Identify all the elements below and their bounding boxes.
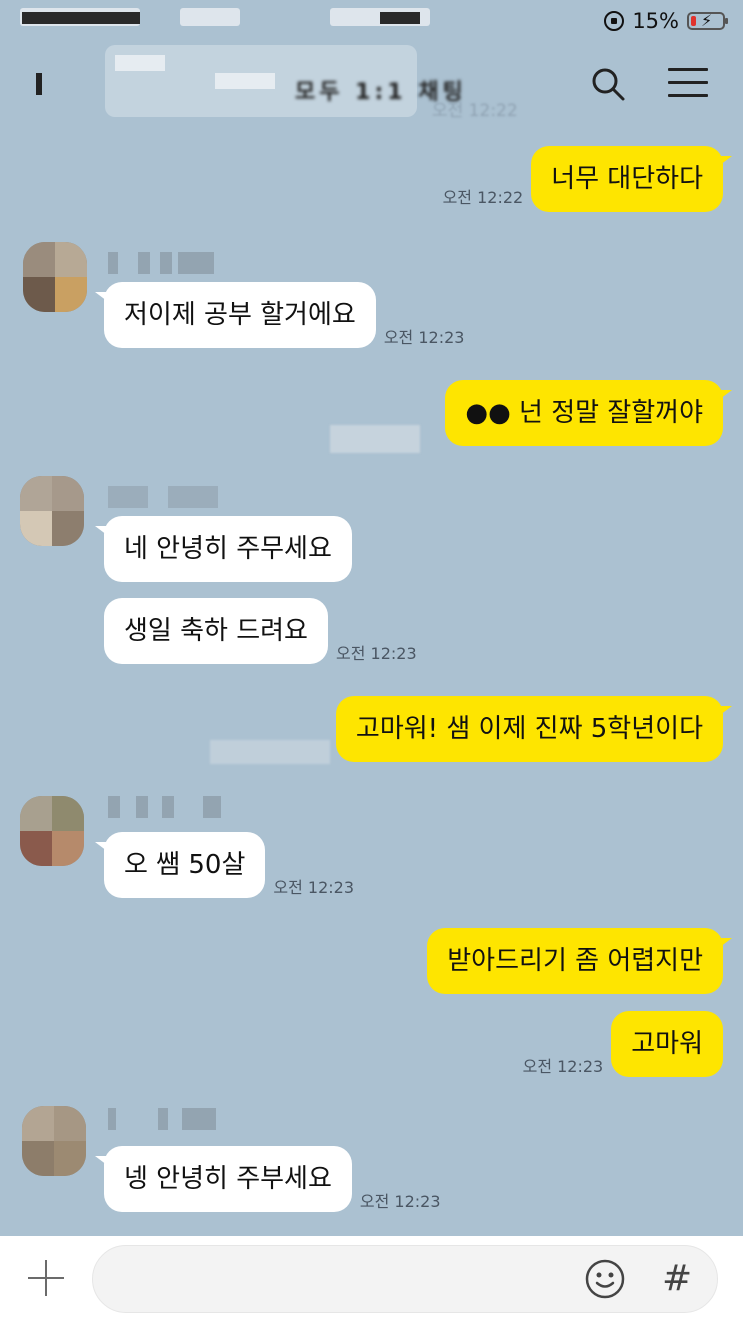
message-bubble[interactable]: 너무 대단하다 bbox=[531, 146, 732, 212]
avatar[interactable] bbox=[20, 796, 84, 866]
search-icon[interactable] bbox=[590, 66, 626, 102]
message-bubble[interactable]: 오 쌤 50살 bbox=[94, 832, 266, 898]
avatar[interactable] bbox=[22, 1106, 86, 1176]
message-bubble[interactable]: 고마워! 샘 이제 진짜 5학년이다 bbox=[335, 696, 733, 762]
message-row: 고마워! 샘 이제 진짜 5학년이다 bbox=[335, 696, 733, 762]
status-bar: 15% ⚡ bbox=[0, 0, 743, 40]
message-row: 오전 12:22 너무 대단하다 bbox=[442, 146, 732, 212]
hash-icon[interactable]: # bbox=[662, 1258, 692, 1300]
header-ghost-time: 오전 12:22 bbox=[432, 101, 518, 121]
message-row: 오 쌤 50살 오전 12:23 bbox=[94, 832, 355, 898]
message-time: 오전 12:23 bbox=[273, 878, 355, 897]
menu-icon[interactable] bbox=[668, 68, 708, 98]
message-bubble[interactable]: ●● 넌 정말 잘할꺼야 bbox=[445, 380, 732, 446]
back-button[interactable] bbox=[36, 73, 42, 95]
message-row: 받아드리기 좀 어렵지만 bbox=[427, 928, 732, 994]
battery-icon: ⚡ bbox=[687, 12, 728, 30]
message-row: 오전 12:23 고마워 bbox=[523, 1011, 723, 1077]
message-row: 네 안녕히 주무세요 bbox=[95, 516, 352, 582]
message-time: 오전 12:23 bbox=[383, 328, 465, 347]
status-indicators: 15% ⚡ bbox=[604, 6, 728, 36]
status-blur bbox=[180, 8, 240, 26]
message-bubble[interactable]: 넹 안녕히 주부세요 bbox=[95, 1146, 352, 1212]
message-time: 오전 12:22 bbox=[442, 188, 524, 207]
message-bubble[interactable]: 네 안녕히 주무세요 bbox=[95, 516, 352, 582]
avatar[interactable] bbox=[23, 242, 87, 312]
emoji-icon[interactable] bbox=[584, 1258, 626, 1300]
avatar[interactable] bbox=[20, 476, 84, 546]
message-bubble[interactable]: 저이제 공부 할거에요 bbox=[95, 282, 376, 348]
rotation-lock-icon bbox=[604, 11, 625, 31]
message-row: ●● 넌 정말 잘할꺼야 bbox=[445, 380, 732, 446]
battery-percent: 15% bbox=[632, 9, 679, 33]
message-row: 저이제 공부 할거에요 오전 12:23 bbox=[95, 282, 465, 348]
status-redacted bbox=[22, 12, 140, 24]
message-row: 넹 안녕히 주부세요 오전 12:23 bbox=[95, 1146, 441, 1212]
message-bubble[interactable]: 생일 축하 드려요 bbox=[104, 598, 328, 664]
time-redacted bbox=[330, 425, 420, 453]
status-redacted bbox=[380, 12, 420, 24]
message-bubble[interactable]: 고마워 bbox=[611, 1011, 723, 1077]
message-time: 오전 12:23 bbox=[522, 1057, 604, 1076]
message-time: 오전 12:23 bbox=[359, 1192, 441, 1211]
message-bubble[interactable]: 받아드리기 좀 어렵지만 bbox=[427, 928, 732, 994]
plus-icon[interactable] bbox=[28, 1260, 64, 1296]
time-redacted bbox=[210, 740, 330, 764]
message-row: 생일 축하 드려요 오전 12:23 bbox=[104, 598, 417, 664]
message-time: 오전 12:23 bbox=[335, 644, 417, 663]
